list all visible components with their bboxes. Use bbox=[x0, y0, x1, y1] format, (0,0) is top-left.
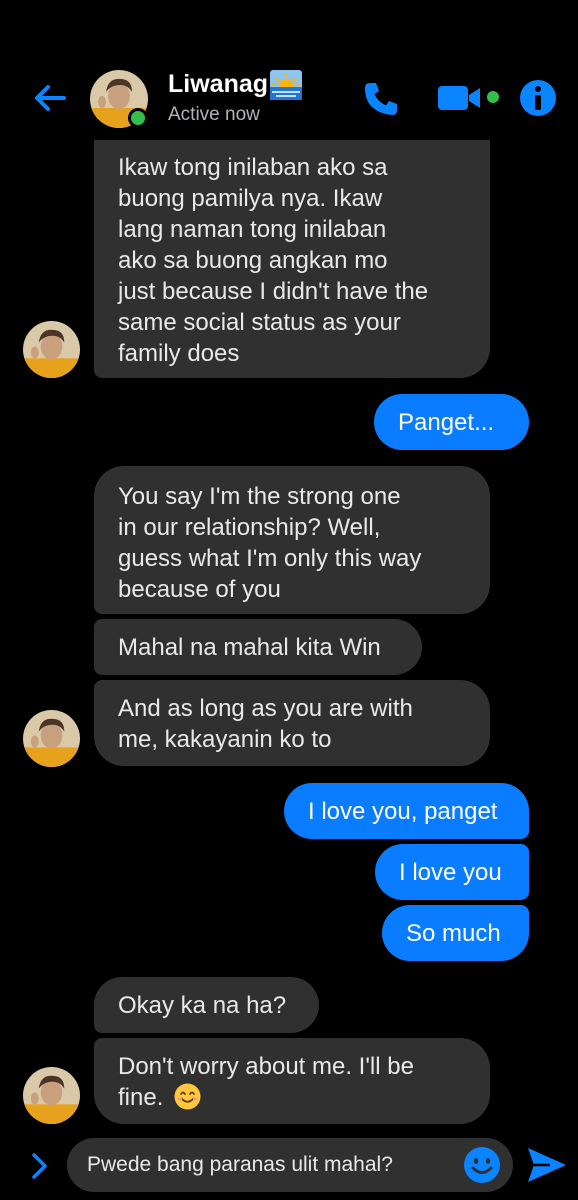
active-status-dot bbox=[128, 108, 148, 128]
expand-actions-button[interactable] bbox=[28, 1150, 52, 1182]
voice-call-button[interactable] bbox=[360, 78, 402, 120]
incoming-message[interactable]: Ikaw tong inilaban ako sa buong pamilya … bbox=[94, 140, 490, 378]
message-line: ako sa buong angkan mo bbox=[118, 247, 388, 274]
back-arrow-icon bbox=[35, 85, 66, 111]
emoji-smile-icon bbox=[464, 1147, 500, 1183]
message-line: just because I didn't have the bbox=[118, 278, 429, 305]
message-line: And as long as you are with bbox=[118, 695, 413, 722]
message-line: You say I'm the strong one bbox=[118, 483, 401, 510]
message-line: Ikaw tong inilaban ako sa bbox=[118, 154, 388, 181]
chevron-right-icon bbox=[32, 1153, 47, 1179]
message-line: lang naman tong inilaban bbox=[118, 216, 387, 243]
info-button[interactable] bbox=[518, 78, 558, 118]
message-line: buong pamilya nya. Ikaw bbox=[118, 185, 383, 212]
outgoing-message[interactable]: So much bbox=[382, 905, 529, 961]
video-call-button[interactable] bbox=[436, 82, 504, 114]
contact-name[interactable]: Liwanag bbox=[168, 70, 268, 99]
video-camera-icon bbox=[438, 86, 499, 110]
message-line: fine. bbox=[118, 1082, 490, 1113]
incoming-message[interactable]: Mahal na mahal kita Win bbox=[94, 619, 422, 675]
message-line: family does bbox=[118, 340, 240, 367]
sender-avatar[interactable] bbox=[23, 710, 80, 767]
info-icon bbox=[520, 80, 556, 116]
incoming-message[interactable]: Okay ka na ha? bbox=[94, 977, 319, 1033]
message-input[interactable] bbox=[67, 1138, 513, 1192]
sender-avatar[interactable] bbox=[23, 321, 80, 378]
sender-avatar[interactable] bbox=[23, 1067, 80, 1124]
outgoing-message[interactable]: I love you, panget bbox=[284, 783, 529, 839]
message-line: Don't worry about me. I'll be bbox=[118, 1053, 414, 1080]
send-icon bbox=[528, 1148, 566, 1182]
message-line: guess what I'm only this way bbox=[118, 545, 422, 572]
incoming-message[interactable]: Don't worry about me. I'll be fine. bbox=[94, 1038, 490, 1124]
outgoing-message[interactable]: I love you bbox=[375, 844, 529, 900]
message-line: same social status as your bbox=[118, 309, 401, 336]
back-button[interactable] bbox=[30, 78, 70, 118]
message-line: me, kakayanin ko to bbox=[118, 726, 332, 753]
phone-icon bbox=[365, 83, 397, 115]
emoji-button[interactable] bbox=[462, 1145, 502, 1185]
active-status-text: Active now bbox=[168, 104, 260, 125]
incoming-message[interactable]: You say I'm the strong one in our relati… bbox=[94, 466, 490, 614]
sunrise-over-sea-icon bbox=[270, 70, 302, 100]
smiling-face-icon bbox=[174, 1083, 201, 1110]
message-line: in our relationship? Well, bbox=[118, 514, 381, 541]
send-button[interactable] bbox=[524, 1144, 568, 1186]
outgoing-message[interactable]: Panget... bbox=[374, 394, 529, 450]
incoming-message[interactable]: And as long as you are with me, kakayani… bbox=[94, 680, 490, 766]
message-line: because of you bbox=[118, 576, 281, 603]
message-text: fine. bbox=[118, 1084, 164, 1111]
